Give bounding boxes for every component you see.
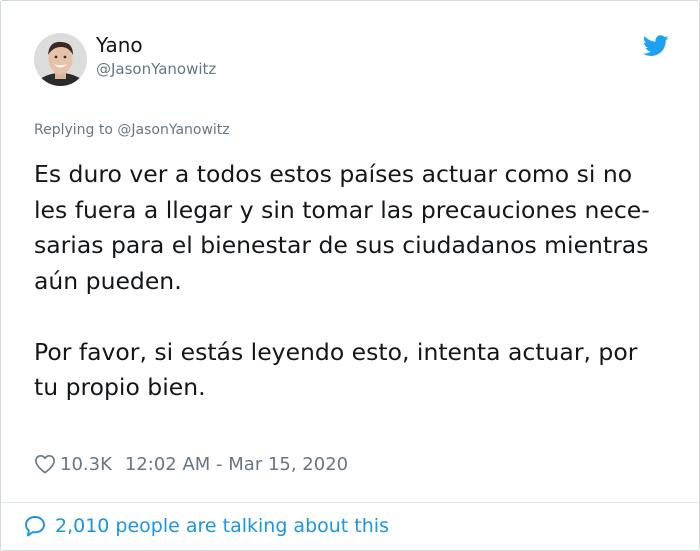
tweet-line: sarias para el bienestar de sus ciudadan… — [34, 231, 649, 259]
avatar-image — [34, 33, 87, 86]
author-handle[interactable]: @JasonYanowitz — [96, 59, 216, 79]
speech-bubble-icon — [25, 516, 45, 537]
tweet-line: aún pueden. — [34, 266, 182, 295]
tweet-line: tu propio bien. — [34, 373, 206, 401]
conversation-text: 2,010 people are talking about this — [55, 515, 389, 537]
avatar[interactable] — [34, 33, 87, 86]
tweet-text: Es duro ver a todos estos países actuar … — [34, 157, 674, 406]
tweet-paragraph-2: Por favor, si estás leyendo esto, intent… — [34, 335, 674, 406]
tweet-meta: 10.3K 12:02 AM - Mar 15, 2020 — [34, 452, 348, 476]
author-display-name[interactable]: Yano — [96, 33, 143, 57]
twitter-bird-icon[interactable] — [642, 35, 669, 57]
heart-icon — [35, 455, 55, 474]
like-count: 10.3K — [60, 453, 112, 475]
replying-to[interactable]: Replying to @JasonYanowitz — [34, 120, 230, 140]
tweet-line: Por favor, si estás leyendo esto, intent… — [34, 337, 638, 366]
divider — [1, 502, 699, 503]
tweet-paragraph-1: Es duro ver a todos estos países actuar … — [34, 157, 674, 299]
tweet-timestamp[interactable]: 12:02 AM - Mar 15, 2020 — [125, 454, 348, 475]
tweet-line: Es duro ver a todos estos países actuar … — [34, 160, 633, 188]
tweet-card: Yano @JasonYanowitz Replying to @JasonYa… — [0, 0, 700, 551]
like-button[interactable]: 10.3K — [34, 454, 112, 475]
tweet-line: les fuera a llegar y sin tomar las preca… — [34, 195, 650, 224]
conversation-link[interactable]: 2,010 people are talking about this — [23, 514, 389, 538]
